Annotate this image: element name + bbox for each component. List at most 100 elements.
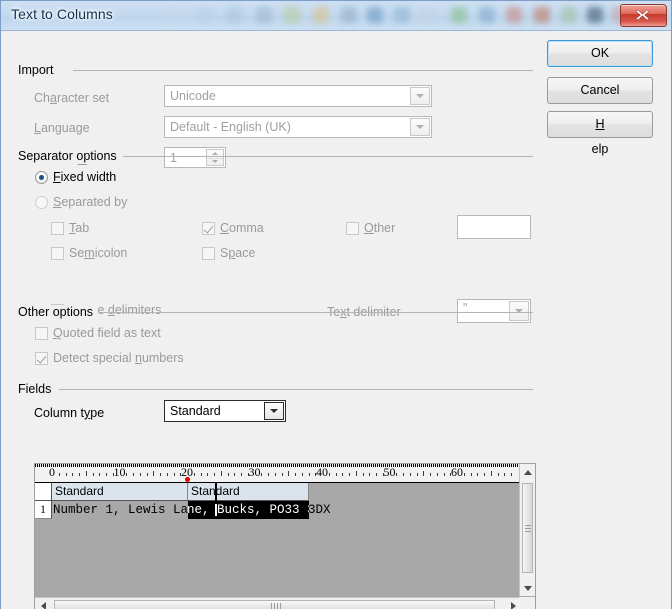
blurred-toolbar-icon	[256, 7, 272, 23]
other-separator-input[interactable]	[457, 215, 531, 239]
scroll-down-button[interactable]	[520, 580, 535, 596]
separated-by-radio[interactable]	[35, 196, 48, 209]
blurred-toolbar-icon	[367, 7, 383, 23]
space-label[interactable]: Space	[220, 246, 255, 260]
thumb-grip	[274, 603, 275, 609]
space-checkbox[interactable]	[202, 247, 215, 260]
grid-corner-cell	[35, 483, 52, 501]
preview-vertical-scrollbar[interactable]	[519, 464, 535, 596]
language-label: Language	[34, 121, 90, 135]
detect-special-numbers-checkbox[interactable]	[35, 352, 48, 365]
blurred-toolbar-icon	[561, 7, 577, 23]
window-title: Text to Columns	[11, 6, 113, 22]
language-combo[interactable]: Default - English (UK)	[164, 116, 432, 138]
horizontal-scroll-thumb[interactable]	[54, 600, 495, 609]
help-button[interactable]: Help	[547, 111, 653, 156]
from-row-spinner[interactable]: 1	[164, 147, 226, 168]
blurred-toolbar-icon	[341, 7, 357, 23]
quoted-field-as-text-checkbox[interactable]	[35, 327, 48, 340]
chevron-down-icon[interactable]	[410, 118, 430, 136]
text-to-columns-dialog: Text to Columns Import Character set Uni…	[0, 0, 672, 609]
detect-special-numbers-label[interactable]: Detect special numbers	[53, 351, 184, 365]
thumb-grip	[277, 603, 278, 609]
tab-label[interactable]: Tab	[69, 221, 89, 235]
scroll-left-button[interactable]	[35, 598, 51, 609]
fields-group-label: Fields	[18, 382, 57, 396]
blurred-toolbar-icon	[506, 7, 522, 23]
close-button[interactable]	[620, 4, 667, 27]
ok-button[interactable]: OK	[547, 40, 653, 67]
comma-checkbox[interactable]	[202, 222, 215, 235]
fields-group-divider	[59, 389, 533, 390]
ruler-top-dots	[35, 464, 520, 467]
separator-group-divider	[123, 156, 533, 157]
separated-by-label[interactable]: Separated by	[53, 195, 127, 209]
blurred-toolbar-icon	[419, 7, 435, 23]
fields-preview-pane[interactable]: 0102030405060 Standard Standard 1 Number…	[34, 463, 536, 609]
preview-horizontal-scrollbar[interactable]	[35, 597, 521, 609]
other-options-group-label: Other options	[18, 305, 99, 319]
column-header-row: Standard Standard	[35, 483, 520, 501]
chevron-down-icon[interactable]	[509, 301, 529, 321]
other-checkbox[interactable]	[346, 222, 359, 235]
blurred-toolbar-icon	[587, 7, 603, 23]
other-label[interactable]: Other	[364, 221, 395, 235]
blurred-toolbar-icon	[534, 7, 550, 23]
thumb-grip	[280, 603, 281, 609]
chevron-down-icon[interactable]	[410, 87, 430, 105]
blurred-toolbar-icon	[284, 7, 300, 23]
preview-row-selected-text: Number 1, Lewis Lane, Bucks, PO33 3DX	[188, 503, 309, 517]
vertical-scroll-thumb[interactable]	[522, 483, 533, 573]
text-delimiter-combo[interactable]: "	[457, 299, 531, 323]
column-break-marker-icon[interactable]	[185, 477, 190, 482]
from-row-stepper[interactable]	[206, 149, 224, 166]
character-set-label: Character set	[34, 91, 110, 105]
fixed-width-label[interactable]: Fixed width	[53, 170, 116, 184]
blurred-toolbar-icon	[479, 7, 495, 23]
help-button-label: Help	[591, 117, 609, 156]
ok-button-label: OK	[590, 46, 610, 60]
quoted-field-as-text-label[interactable]: Quoted field as text	[53, 326, 161, 340]
dialog-body: Import Character set Unicode Language De…	[1, 30, 671, 609]
preview-grid[interactable]: Standard Standard 1 Number 1, Lewis Lane…	[35, 483, 520, 609]
import-group-label: Import	[18, 63, 59, 77]
separator-group-label: Separator options	[18, 149, 122, 163]
thumb-grip	[525, 531, 531, 532]
character-set-value: Unicode	[170, 89, 216, 103]
fixed-width-radio[interactable]	[35, 171, 48, 184]
blurred-toolbar-icon	[226, 7, 242, 23]
row-header-1: 1	[35, 501, 52, 519]
column-type-label: Column type	[34, 406, 105, 420]
scroll-up-button[interactable]	[520, 464, 535, 480]
chevron-down-icon	[524, 586, 532, 591]
scrollbar-corner	[519, 597, 535, 609]
blurred-toolbar-icon	[197, 7, 213, 23]
from-row-value: 1	[170, 151, 177, 165]
character-set-combo[interactable]: Unicode	[164, 85, 432, 107]
title-bar: Text to Columns	[1, 1, 671, 30]
chevron-left-icon	[41, 602, 46, 609]
preview-data-row: 1 Number 1, Lewis Lane, Bucks, PO33 3DX …	[35, 501, 520, 519]
column-ruler[interactable]: 0 10 20 30 40 50 60	[35, 464, 520, 483]
comma-label[interactable]: Comma	[220, 221, 264, 235]
chevron-down-icon[interactable]	[264, 402, 284, 420]
thumb-grip	[525, 525, 531, 526]
tab-checkbox[interactable]	[51, 222, 64, 235]
column-split-caret	[215, 504, 217, 516]
semicolon-checkbox[interactable]	[51, 247, 64, 260]
thumb-grip	[271, 603, 272, 609]
blurred-toolbar-icon	[451, 7, 467, 23]
blurred-toolbar-icon	[313, 7, 329, 23]
column-type-value: Standard	[170, 404, 221, 418]
chevron-up-icon	[524, 470, 532, 475]
column-type-combo[interactable]: Standard	[164, 400, 286, 422]
thumb-grip	[525, 528, 531, 529]
cancel-button[interactable]: Cancel	[547, 77, 653, 104]
cancel-button-label: Cancel	[580, 83, 620, 97]
column-header-1[interactable]: Standard	[188, 483, 309, 501]
preview-row-selection: Number 1, Lewis Lane, Bucks, PO33 3DX	[188, 501, 309, 519]
semicolon-label[interactable]: Semicolon	[69, 246, 127, 260]
stepper-down-icon[interactable]	[207, 158, 223, 166]
column-header-0[interactable]: Standard	[52, 483, 188, 501]
chevron-right-icon	[511, 602, 516, 609]
